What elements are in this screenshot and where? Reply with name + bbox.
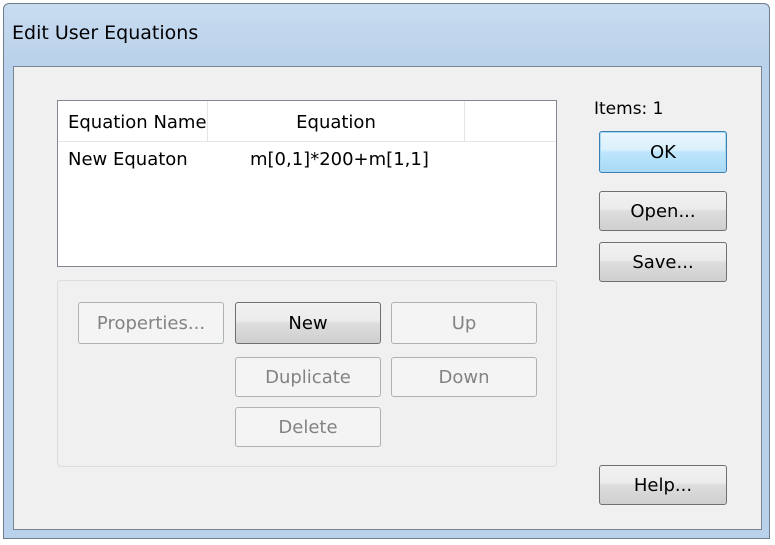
help-button[interactable]: Help...: [599, 465, 727, 505]
save-button[interactable]: Save...: [599, 242, 727, 282]
properties-button[interactable]: Properties...: [78, 302, 224, 344]
column-header-empty[interactable]: [465, 101, 556, 141]
cell-equation: m[0,1]*200+m[1,1]: [250, 149, 429, 170]
up-button[interactable]: Up: [391, 302, 537, 344]
column-header-equation-name[interactable]: Equation Name: [58, 101, 208, 141]
title-bar[interactable]: Edit User Equations: [4, 4, 769, 64]
equations-list[interactable]: Equation Name Equation New Equaton m[0,1…: [57, 100, 557, 267]
ok-button[interactable]: OK: [599, 131, 727, 173]
items-count-label: Items: 1: [594, 99, 664, 119]
open-button[interactable]: Open...: [599, 191, 727, 231]
column-header-equation[interactable]: Equation: [208, 101, 465, 141]
duplicate-button[interactable]: Duplicate: [235, 357, 381, 397]
dialog-client-area: Equation Name Equation New Equaton m[0,1…: [13, 66, 762, 530]
new-button[interactable]: New: [235, 302, 381, 344]
dialog-window: Edit User Equations Equation Name Equati…: [3, 3, 770, 539]
cell-equation-name: New Equaton: [68, 149, 188, 170]
dialog-title: Edit User Equations: [12, 22, 199, 44]
column-header-label: Equation Name: [68, 112, 207, 133]
delete-button[interactable]: Delete: [235, 407, 381, 447]
column-header-label: Equation: [296, 112, 376, 133]
list-actions-panel: Properties... New Up Duplicate Down Dele…: [57, 280, 557, 467]
table-row[interactable]: New Equaton m[0,1]*200+m[1,1]: [58, 145, 556, 175]
list-header: Equation Name Equation: [58, 101, 556, 142]
down-button[interactable]: Down: [391, 357, 537, 397]
